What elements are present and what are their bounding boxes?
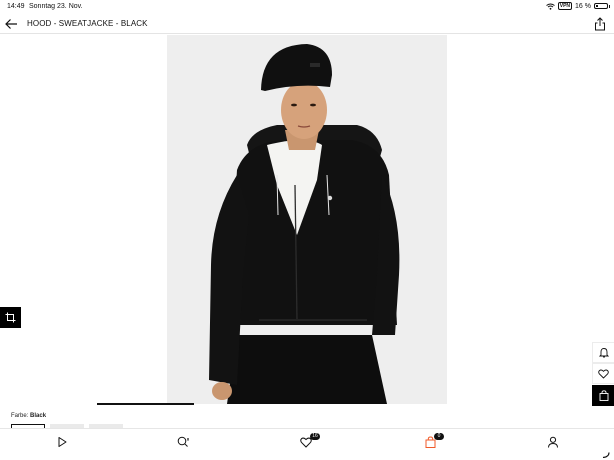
wishlist-count-badge: 16: [310, 433, 320, 440]
shopping-bag-icon: [599, 390, 608, 401]
status-date: Sonntag 23. Nov.: [29, 3, 83, 10]
wishlist-button[interactable]: [592, 363, 614, 384]
tab-search[interactable]: [176, 434, 196, 450]
share-icon[interactable]: [594, 17, 606, 31]
cart-count-badge: 0: [434, 433, 444, 440]
heart-icon: [598, 369, 609, 379]
battery-percent: 16 %: [575, 2, 591, 10]
add-to-cart-button[interactable]: [592, 385, 614, 406]
play-icon: [58, 437, 67, 447]
crop-icon: [5, 312, 16, 323]
arrow-left-icon[interactable]: [4, 17, 18, 31]
status-bar: 14:49 Sonntag 23. Nov. VPN 16 %: [0, 0, 614, 14]
user-icon: [548, 436, 558, 448]
bell-icon: [598, 348, 609, 358]
tab-home[interactable]: [54, 434, 74, 450]
corner-indicator-icon: [602, 452, 610, 458]
crop-compare-button[interactable]: [0, 307, 21, 328]
color-label: Farbe: Black: [11, 413, 46, 419]
wifi-icon: [545, 3, 555, 10]
top-navigation-bar: HOOD - SWEATJACKE - BLACK: [0, 14, 614, 34]
tab-wishlist[interactable]: 16: [299, 433, 320, 450]
product-image[interactable]: [167, 35, 447, 404]
color-value: Black: [30, 413, 47, 419]
model-hoodie-image: [167, 35, 447, 404]
bottom-tab-bar: 16 0: [0, 428, 614, 460]
search-icon: [177, 436, 189, 447]
tab-account[interactable]: [545, 434, 565, 450]
price-alert-button[interactable]: [592, 342, 614, 363]
status-right: VPN 16 %: [545, 2, 610, 10]
tab-cart[interactable]: 0: [423, 433, 444, 450]
color-label-text: Farbe:: [11, 413, 29, 419]
status-time: 14:49: [7, 3, 25, 10]
battery-icon: [594, 3, 610, 9]
page-title: HOOD - SWEATJACKE - BLACK: [27, 19, 148, 28]
image-progress-indicator: [97, 403, 194, 405]
vpn-badge: VPN: [557, 2, 573, 10]
